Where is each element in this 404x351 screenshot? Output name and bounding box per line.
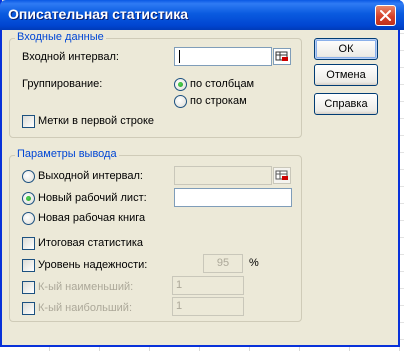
text-cursor xyxy=(179,50,180,63)
labels-first-row-checkbox[interactable] xyxy=(22,115,35,128)
kth-largest-checkbox[interactable] xyxy=(22,302,35,315)
output-options-legend: Параметры вывода xyxy=(15,148,119,160)
summary-statistics-label[interactable]: Итоговая статистика xyxy=(38,237,143,249)
labels-first-row-label[interactable]: Метки в первой строке xyxy=(38,115,154,127)
close-button[interactable] xyxy=(375,5,396,26)
new-sheet-radio[interactable] xyxy=(22,192,35,205)
title-bar[interactable]: Описательная статистика xyxy=(0,0,404,30)
window-title: Описательная статистика xyxy=(8,6,189,22)
confidence-level-label[interactable]: Уровень надежности: xyxy=(38,259,147,271)
input-data-legend: Входные данные xyxy=(15,31,106,43)
help-button[interactable]: Справка xyxy=(314,93,378,115)
grouping-label: Группирование: xyxy=(22,78,103,90)
close-icon xyxy=(380,10,391,21)
range-select-icon xyxy=(275,170,288,180)
input-range-collapse-button[interactable] xyxy=(273,48,291,65)
output-range-label[interactable]: Выходной интервал: xyxy=(38,170,143,182)
percent-sign: % xyxy=(249,257,259,269)
range-select-icon xyxy=(275,51,288,61)
descriptive-statistics-dialog: Описательная статистика Входные данные В… xyxy=(0,0,404,347)
new-sheet-name-field[interactable] xyxy=(174,188,292,207)
by-columns-label[interactable]: по столбцам xyxy=(190,78,254,90)
kth-largest-field[interactable]: 1 xyxy=(172,297,244,316)
new-sheet-label[interactable]: Новый рабочий лист: xyxy=(38,192,147,204)
summary-statistics-checkbox[interactable] xyxy=(22,237,35,250)
kth-smallest-checkbox[interactable] xyxy=(22,281,35,294)
by-columns-radio[interactable] xyxy=(174,78,187,91)
by-rows-label[interactable]: по строкам xyxy=(190,95,247,107)
kth-smallest-label[interactable]: К-ый наименьший: xyxy=(38,281,133,293)
output-range-field[interactable] xyxy=(174,166,272,185)
confidence-level-field[interactable]: 95 xyxy=(203,254,243,273)
output-range-collapse-button[interactable] xyxy=(273,167,291,184)
new-workbook-label[interactable]: Новая рабочая книга xyxy=(38,212,145,224)
ok-button[interactable]: ОК xyxy=(314,38,378,60)
confidence-level-checkbox[interactable] xyxy=(22,259,35,272)
output-range-radio[interactable] xyxy=(22,170,35,183)
cancel-button[interactable]: Отмена xyxy=(314,64,378,86)
input-range-field[interactable] xyxy=(174,47,272,66)
new-workbook-radio[interactable] xyxy=(22,212,35,225)
by-rows-radio[interactable] xyxy=(174,95,187,108)
input-range-label: Входной интервал: xyxy=(22,51,119,63)
kth-smallest-field[interactable]: 1 xyxy=(172,276,244,295)
kth-largest-label[interactable]: К-ый наибольший: xyxy=(38,302,132,314)
